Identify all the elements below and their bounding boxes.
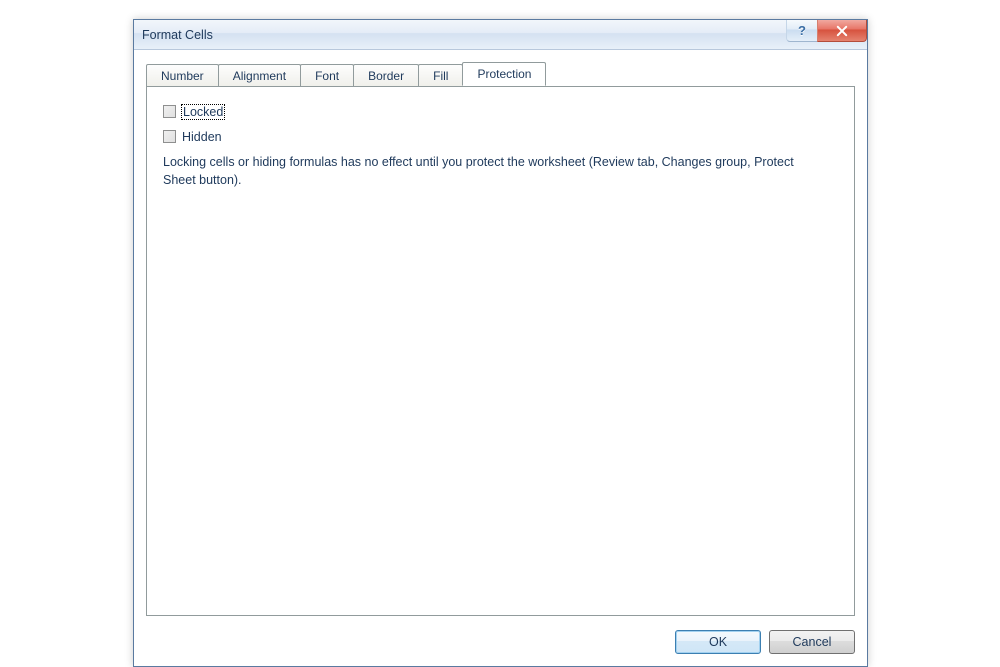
dialog-title: Format Cells: [142, 28, 213, 42]
locked-row: Locked: [163, 101, 838, 122]
dialog-footer: OK Cancel: [675, 630, 855, 654]
protection-description: Locking cells or hiding formulas has no …: [163, 153, 803, 189]
close-icon: [836, 25, 848, 37]
tab-number[interactable]: Number: [146, 64, 219, 86]
tab-protection[interactable]: Protection: [462, 62, 546, 86]
help-icon: ?: [798, 23, 806, 38]
close-button[interactable]: [817, 20, 867, 42]
tab-label: Alignment: [233, 69, 286, 83]
format-cells-dialog: Format Cells ? Number Alignment Font: [133, 19, 868, 667]
ok-button[interactable]: OK: [675, 630, 761, 654]
tab-label: Border: [368, 69, 404, 83]
titlebar: Format Cells ?: [134, 20, 867, 50]
tab-label: Protection: [477, 67, 531, 81]
cancel-button[interactable]: Cancel: [769, 630, 855, 654]
hidden-row: Hidden: [163, 126, 838, 147]
tab-alignment[interactable]: Alignment: [218, 64, 301, 86]
button-label: OK: [709, 635, 727, 649]
locked-checkbox[interactable]: [163, 105, 176, 118]
titlebar-controls: ?: [787, 20, 867, 42]
tab-row: Number Alignment Font Border Fill Protec…: [146, 62, 855, 86]
dialog-body: Number Alignment Font Border Fill Protec…: [146, 62, 855, 616]
help-button[interactable]: ?: [786, 20, 818, 42]
hidden-label: Hidden: [182, 130, 222, 144]
tab-label: Number: [161, 69, 204, 83]
tab-label: Font: [315, 69, 339, 83]
button-label: Cancel: [793, 635, 832, 649]
tab-label: Fill: [433, 69, 448, 83]
tab-fill[interactable]: Fill: [418, 64, 463, 86]
tab-border[interactable]: Border: [353, 64, 419, 86]
locked-label: Locked: [182, 105, 224, 119]
protection-panel: Locked Hidden Locking cells or hiding fo…: [146, 86, 855, 616]
hidden-checkbox[interactable]: [163, 130, 176, 143]
tab-font[interactable]: Font: [300, 64, 354, 86]
